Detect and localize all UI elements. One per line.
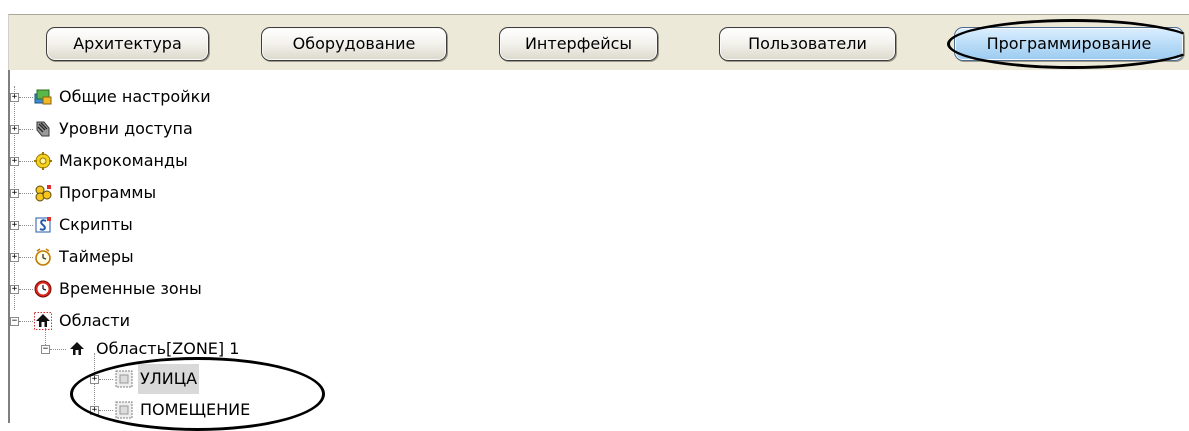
tab-interfaces[interactable]: Интерфейсы [499, 27, 658, 61]
tree-item-label: Уровни доступа [59, 119, 193, 138]
object-tree: + Общие настройки + Уровни доступа + Мак… [10, 70, 1189, 423]
expand-icon[interactable]: + [90, 406, 99, 415]
programs-icon [35, 185, 52, 202]
zone-icon [115, 401, 133, 419]
tree-item-areas[interactable]: − Области [10, 306, 310, 336]
tree-connector [19, 97, 33, 98]
tree-item-label: Программы [59, 183, 157, 202]
tree-connector [19, 193, 33, 194]
tree-item-street[interactable]: + УЛИЦА [90, 364, 330, 394]
tab-users[interactable]: Пользователи [719, 27, 896, 61]
tree-connector [19, 161, 33, 162]
tree-item-label: Временные зоны [59, 279, 202, 298]
tree-item-label: Макрокоманды [59, 151, 188, 170]
general-settings-icon [34, 89, 52, 105]
tree-item-general-settings[interactable]: + Общие настройки [10, 82, 310, 112]
tree-item-access-levels[interactable]: + Уровни доступа [10, 114, 310, 144]
timers-icon [35, 248, 51, 266]
tree-item-time-zones[interactable]: + Временные зоны [10, 274, 310, 304]
expand-icon[interactable]: + [10, 157, 19, 166]
tree-connector [99, 379, 113, 380]
expand-icon[interactable]: + [10, 285, 19, 294]
tree-item-label: Области [59, 311, 131, 330]
areas-icon [34, 312, 52, 330]
collapse-icon[interactable]: − [10, 317, 19, 326]
tree-connector [19, 289, 33, 290]
tree-connector [19, 225, 33, 226]
tree-item-timers[interactable]: + Таймеры [10, 242, 310, 272]
area-icon [70, 342, 84, 355]
tree-connector [99, 410, 113, 411]
tree-item-macros[interactable]: + Макрокоманды [10, 146, 310, 176]
expand-icon[interactable]: + [10, 221, 19, 230]
zone-icon [115, 370, 133, 388]
tree-connector [19, 321, 33, 322]
tree-connector [19, 129, 33, 130]
expand-icon[interactable]: + [10, 93, 19, 102]
object-tree-panel: + Общие настройки + Уровни доступа + Мак… [8, 70, 1189, 423]
expand-icon[interactable]: + [10, 125, 19, 134]
expand-icon[interactable]: + [10, 253, 19, 262]
collapse-icon[interactable]: − [41, 345, 50, 354]
macro-icon [34, 152, 52, 170]
tree-connector [19, 257, 33, 258]
tree-item-scripts[interactable]: + Скрипты [10, 210, 310, 240]
tree-item-label: Скрипты [59, 215, 133, 234]
tree-item-area-zone-1[interactable]: − Область[ZONE] 1 [41, 334, 361, 364]
tree-connector [50, 349, 66, 350]
scripts-icon [35, 217, 51, 233]
tab-programming[interactable]: Программирование [954, 27, 1184, 61]
tree-item-label: Общие настройки [59, 87, 211, 106]
expand-icon[interactable]: + [90, 375, 99, 384]
tree-item-premises[interactable]: + ПОМЕЩЕНИЕ [90, 395, 330, 425]
expand-icon[interactable]: + [10, 189, 19, 198]
time-zones-icon [34, 280, 52, 298]
tab-equipment[interactable]: Оборудование [261, 27, 447, 61]
tree-item-label: УЛИЦА [138, 364, 200, 394]
tree-item-programs[interactable]: + Программы [10, 178, 310, 208]
tree-item-label: Область[ZONE] 1 [96, 339, 240, 358]
tree-item-label: ПОМЕЩЕНИЕ [140, 400, 251, 419]
tree-item-label: Таймеры [59, 247, 134, 266]
tab-architecture[interactable]: Архитектура [46, 27, 209, 61]
access-levels-icon [36, 121, 50, 137]
tab-bar: Архитектура Оборудование Интерфейсы Поль… [8, 14, 1189, 70]
